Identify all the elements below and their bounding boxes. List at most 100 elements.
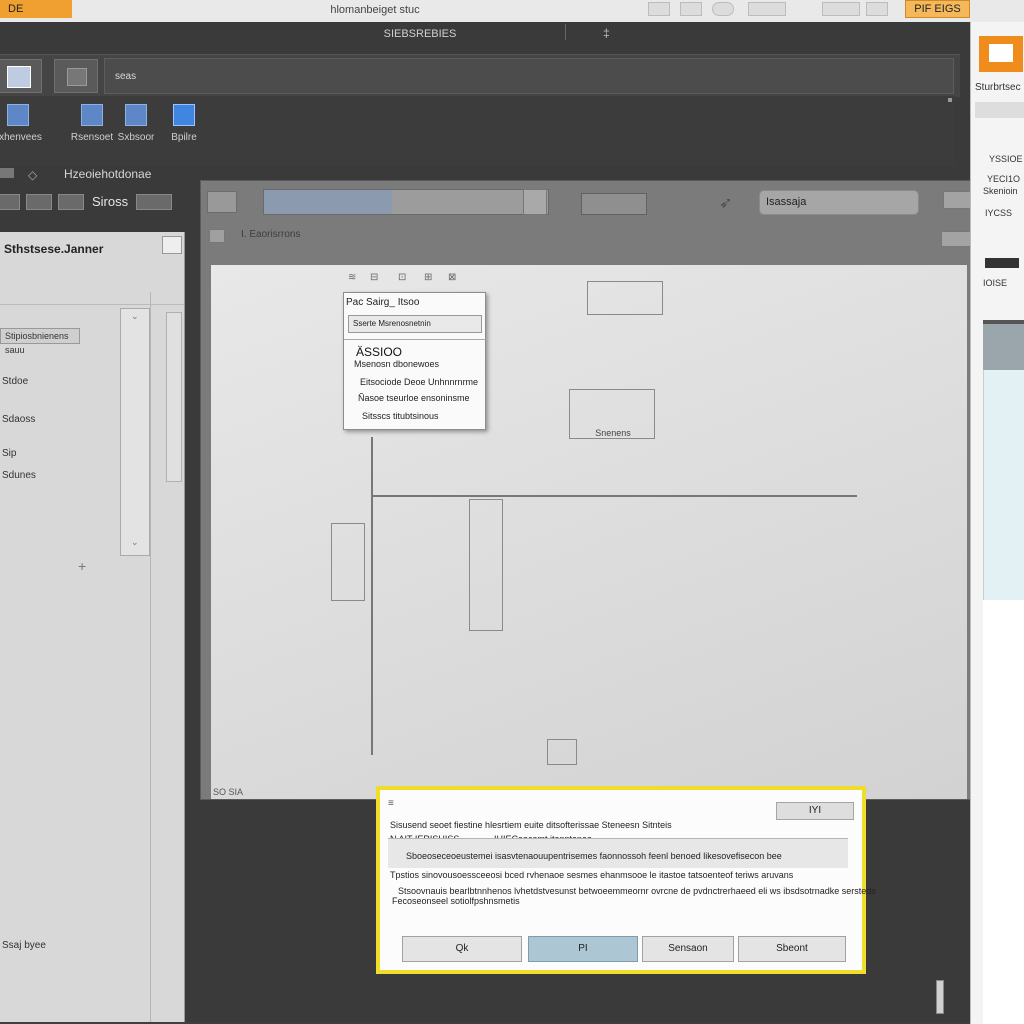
popup-field[interactable]: Sserte Msrenosnetnin [348, 315, 482, 333]
diagram-box[interactable] [587, 281, 663, 315]
search-input[interactable]: Isassaja [759, 190, 919, 215]
confirm-dialog: ≡ IYI Sisusend seoet fiestine hlesrtiem … [376, 786, 876, 974]
progress-handle[interactable] [523, 189, 547, 215]
list-item[interactable]: Stdoe [2, 376, 28, 387]
preview-header [983, 324, 1024, 370]
toolbar-secondary-label: Hzeoiehotdonae [64, 167, 152, 181]
diagram-box[interactable] [469, 499, 503, 631]
subbar-label: I. Eaorisrrons [241, 229, 301, 240]
divider [344, 339, 487, 340]
toolbar-item-label: Bpilre [171, 132, 197, 143]
dialog-icon: ≡ [388, 798, 394, 809]
layer-icon[interactable] [209, 229, 225, 243]
pin-icon[interactable]: ‡ [603, 26, 610, 40]
dialog-subbar: I. Eaorisrrons [201, 223, 977, 251]
grid-view-button[interactable] [0, 59, 42, 93]
dialog-text: Fecoseonseel sotiolfpshnsmetis [392, 896, 520, 906]
tool-icon[interactable]: ⊠ [448, 272, 462, 284]
list-icon[interactable] [866, 2, 888, 16]
toolbar-item[interactable]: Bpilre [144, 104, 224, 143]
editor-dialog: ➶ Isassaja I. Eaorisrrons Snenens SO SIA [200, 180, 976, 800]
popup-toolbar: ≋ ⊟ ⊡ ⊞ ⊠ [348, 272, 488, 288]
menu-item[interactable]: Ñasoe tseurloe ensoninsme [358, 393, 470, 403]
list-item[interactable]: Sdaoss [2, 414, 35, 425]
title-divider [565, 24, 566, 40]
tool-icon[interactable]: ⊟ [370, 272, 384, 284]
right-window: Sturbrtsec YSSIOE YECI1O Skenioin IYCSS … [970, 22, 1024, 1024]
popup-title: Pac Sairg_ Itsoo [346, 297, 420, 308]
ribbon-field[interactable]: seas [104, 58, 954, 94]
document-icon[interactable] [207, 191, 237, 213]
status-label: Siross [92, 194, 129, 209]
tool-icon[interactable]: ⊞ [424, 272, 438, 284]
diamond-icon[interactable]: ◇ [28, 168, 37, 182]
image-icon [67, 68, 87, 86]
menu-item[interactable]: Sitsscs titubtsinous [362, 411, 439, 421]
right-text: IOISE [983, 278, 1008, 288]
left-panel: Sthstsese.Janner Stipiosbnienens sauu St… [0, 232, 185, 1022]
menu-icon[interactable] [0, 168, 14, 178]
right-text: Skenioin [983, 186, 1018, 196]
image-icon[interactable] [748, 2, 786, 16]
grid-icon[interactable] [680, 2, 702, 16]
connector-line [371, 495, 857, 497]
image-button[interactable] [54, 59, 98, 93]
collapse-button[interactable] [941, 231, 971, 247]
panel-icon[interactable] [822, 2, 860, 16]
resize-handle[interactable] [936, 980, 944, 1014]
right-label: Sturbrtsec [975, 82, 1021, 93]
secondary-button[interactable]: Sensaon [642, 936, 734, 962]
diagram-box[interactable]: Snenens [569, 389, 655, 439]
toolbar-item[interactable]: sxhenvees [0, 104, 58, 143]
app-badge-left[interactable]: DE [0, 0, 72, 18]
ok-button[interactable]: Qk [402, 936, 522, 962]
right-text: YECI1O [987, 174, 1021, 184]
diagram-box[interactable] [547, 739, 577, 765]
toolbar-item-label: sxhenvees [0, 132, 42, 143]
status-button[interactable] [58, 194, 84, 210]
scrollbar[interactable]: ⌄ ⌄ [120, 308, 150, 556]
panel-menu-button[interactable] [162, 236, 182, 254]
app-badge-right[interactable]: PIF EIGS [905, 0, 970, 18]
status-button[interactable] [26, 194, 52, 210]
scrollbar[interactable] [166, 312, 182, 482]
app-icon[interactable] [979, 36, 1023, 72]
system-top-bar: DE hlomanbeiget stuc PIF EIGS [0, 0, 1024, 23]
dialog-field[interactable]: Sboeoseceoeustemei isasvtenaouupentrisem… [388, 838, 848, 868]
status-button[interactable] [0, 194, 20, 210]
dialog-text: Tpstios sinovousoessceeosi bced rvhenaoe… [390, 870, 794, 880]
circle-icon[interactable] [712, 2, 734, 16]
cancel-button[interactable]: Sbeont [738, 936, 846, 962]
cursor-icon: ➶ [719, 195, 733, 212]
chevron-down-icon: ⌄ [131, 537, 139, 547]
panel-chip[interactable]: Stipiosbnienens sauu [0, 328, 80, 355]
app-icon-inner [989, 44, 1013, 62]
list-item[interactable]: Sip [2, 448, 16, 459]
grid-icon [7, 66, 31, 88]
close-button[interactable] [943, 191, 973, 209]
status-row: Siross [0, 190, 185, 216]
status-button[interactable] [136, 194, 172, 210]
tool-icon[interactable]: ≋ [348, 272, 362, 284]
tool-icon[interactable]: ⊡ [398, 272, 412, 284]
preview-body [983, 600, 1024, 1024]
app-icon [173, 104, 195, 126]
dialog-top-button[interactable]: IYI [776, 802, 854, 820]
right-text: YSSIOE [989, 154, 1023, 164]
menu-item[interactable]: Msenosn dbonewoes [354, 359, 439, 369]
menu-item[interactable]: Eitsociode Deoe Unhnnrnrme [360, 377, 478, 387]
canvas[interactable]: Snenens SO SIA [211, 265, 967, 799]
panel-bottom-label: Ssaj byee [2, 940, 46, 951]
diagram-box[interactable] [331, 523, 365, 601]
popup-heading: ÄSSIOO [356, 345, 403, 359]
canvas-footer: SO SIA [213, 787, 244, 797]
grid-icon [7, 104, 29, 126]
plus-icon[interactable]: + [78, 558, 86, 574]
right-bar [975, 102, 1024, 118]
list-item[interactable]: Sdunes [2, 470, 36, 481]
grid-icon[interactable] [581, 193, 647, 215]
window-icon[interactable] [648, 2, 670, 16]
dialog-text: Stsoovnauis bearlbtnnhenos lvhetdstvesun… [398, 886, 876, 896]
mini-bar [985, 258, 1019, 268]
primary-button[interactable]: PI [528, 936, 638, 962]
